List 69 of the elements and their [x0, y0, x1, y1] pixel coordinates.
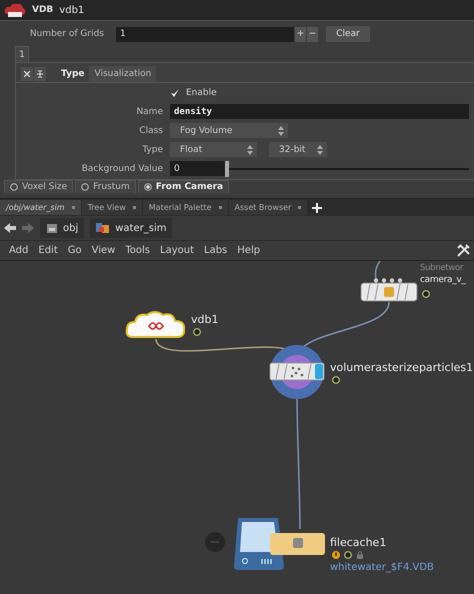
field-label: Background Value [80, 164, 164, 174]
wire [373, 261, 381, 279]
back-icon[interactable] [4, 223, 16, 233]
node-name-field[interactable]: vdb1 [59, 4, 84, 16]
radio-button[interactable]: Voxel Size [4, 180, 74, 193]
pane-tab[interactable]: Material Palette [142, 200, 228, 215]
node-name: filecache1 [330, 536, 386, 549]
warning-icon [332, 551, 340, 559]
remove-button[interactable]: − [307, 26, 318, 42]
pane-tab[interactable]: Tree View [82, 200, 142, 215]
enable-label: Enable [186, 88, 217, 98]
insert-icon[interactable] [34, 67, 46, 81]
vdb-icon [4, 2, 26, 18]
path-crumb[interactable]: water_sim [90, 218, 172, 238]
radio-button[interactable]: From Camera [138, 180, 230, 193]
precision-menu[interactable]: 32-bit [269, 142, 327, 157]
node-type-label: Subnetwor [420, 263, 464, 273]
radio-icon[interactable] [10, 183, 18, 191]
close-icon[interactable] [21, 67, 33, 81]
file-path: whitewater_$F4.VDB [330, 562, 434, 573]
class-menu[interactable]: Fog Volume [170, 123, 288, 138]
network-icon [96, 222, 110, 234]
pane-tab[interactable]: /obj/water_sim [0, 200, 81, 215]
node-type-label: VDB [32, 5, 54, 15]
slider-thumb[interactable] [225, 160, 229, 176]
node-name: volumerasterizeparticles1 [330, 361, 474, 374]
subnet-node[interactable] [360, 278, 418, 302]
menu-item[interactable]: Help [232, 245, 266, 256]
pane-tab[interactable]: Asset Browser [228, 200, 308, 215]
add-tab-icon[interactable] [312, 202, 322, 212]
display-flag-icon[interactable] [344, 551, 352, 559]
field-label: Number of Grids [28, 29, 105, 39]
filecache-node[interactable] [234, 518, 325, 570]
tab[interactable]: Visualization [89, 66, 156, 82]
checkbox[interactable] [170, 88, 180, 98]
menu-item[interactable]: View [86, 245, 120, 256]
grid-count-field[interactable]: 1 [116, 26, 294, 42]
menu-item[interactable]: Layout [155, 245, 199, 256]
display-flag-icon[interactable] [422, 290, 430, 298]
field-label: Name [135, 106, 164, 116]
folder-icon [46, 222, 58, 234]
menu-item[interactable]: Go [62, 245, 87, 256]
radio-icon[interactable] [144, 183, 152, 191]
menu-item[interactable]: Edit [33, 245, 63, 256]
field-label: Type [141, 144, 164, 154]
field-label: Class [138, 126, 164, 136]
menu-item[interactable]: Tools [120, 245, 155, 256]
radio-icon[interactable] [81, 183, 90, 191]
menu-item[interactable]: Add [4, 245, 34, 256]
node-name: vdb1 [191, 313, 218, 326]
value-field[interactable]: 0 [170, 161, 225, 176]
clear-button[interactable]: Clear [326, 26, 370, 42]
radio-button[interactable]: Frustum [75, 180, 136, 193]
add-button[interactable]: + [295, 26, 306, 42]
cloud-node[interactable] [126, 311, 186, 338]
display-flag-icon[interactable] [193, 328, 201, 336]
name-field[interactable]: density [170, 104, 469, 119]
arrows-icon [317, 144, 323, 154]
type-menu[interactable]: Float [170, 142, 257, 157]
path-crumb[interactable]: obj [40, 218, 84, 238]
arrows-icon [247, 144, 253, 154]
display-flag-icon[interactable] [332, 376, 340, 384]
instance-tab[interactable]: 1 [15, 46, 29, 62]
tools-icon[interactable] [457, 244, 470, 257]
lock-icon[interactable] [356, 551, 364, 559]
menu-item[interactable]: Labs [199, 245, 232, 256]
node-name: camera_v_ [420, 275, 466, 285]
arrows-icon [278, 126, 284, 136]
rasterize-node[interactable] [270, 345, 324, 399]
